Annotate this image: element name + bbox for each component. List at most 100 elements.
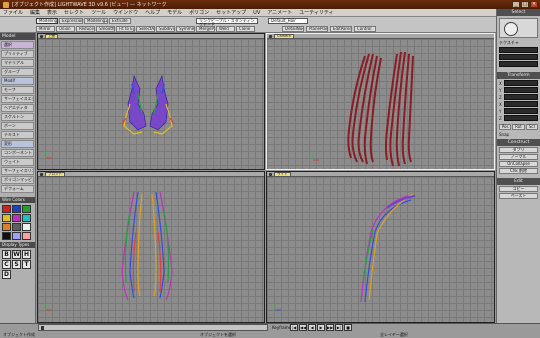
tool-button-3[interactable]: Smooth — [96, 26, 115, 32]
left-tool-button-9[interactable]: ボーン — [1, 122, 34, 130]
maximize-button[interactable]: □ — [521, 1, 529, 8]
playback-button-4[interactable]: ▶▶ — [326, 324, 334, 331]
left-tool-button-13[interactable]: ウェイト — [1, 158, 34, 166]
construct-button-2[interactable]: OnCollapse — [499, 161, 538, 167]
wire-color-swatch-6[interactable] — [2, 223, 11, 231]
tool-button-5[interactable]: SelectAll — [136, 26, 155, 32]
playback-button-1[interactable]: ◀◀ — [299, 324, 307, 331]
menu-item-1[interactable]: 編集 — [30, 9, 40, 16]
left-tool-button-14[interactable]: サーフェイスリンク — [1, 167, 34, 175]
transform-value-field[interactable] — [504, 94, 538, 100]
left-tool-button-6[interactable]: サーフェイスエディタ — [1, 95, 34, 103]
playback-button-6[interactable]: ■ — [344, 324, 352, 331]
display-type-button-1[interactable]: W — [12, 250, 21, 259]
transform-value-field[interactable] — [504, 87, 538, 93]
menu-item-0[interactable]: ファイル — [3, 9, 23, 16]
position-mode-button[interactable]: Pos — [499, 124, 512, 130]
menu-item-4[interactable]: ツール — [91, 9, 106, 16]
menu-item-6[interactable]: ヘルプ — [145, 9, 160, 16]
menu-item-8[interactable]: ポリゴン — [189, 9, 209, 16]
rotation-mode-button[interactable]: Rot — [512, 124, 525, 130]
tab-modeling[interactable]: Modeling — [36, 18, 58, 24]
tool-button-1[interactable]: Union — [56, 26, 75, 32]
playback-button-2[interactable]: ◀ — [308, 324, 316, 331]
left-tool-button-7[interactable]: ヘアエディタ — [1, 104, 34, 112]
display-type-button-0[interactable]: B — [2, 250, 11, 259]
construct-button-0[interactable]: ダブリ — [499, 147, 538, 153]
attribute-field-1[interactable] — [499, 47, 538, 53]
attribute-field-2[interactable] — [499, 54, 538, 60]
layer-select[interactable]: リンクピープル・スタンディングモード — [196, 18, 258, 27]
tool-button-7[interactable]: SymmetryOn — [176, 26, 195, 32]
edit-button-0[interactable]: コピー — [499, 186, 538, 192]
scale-mode-button[interactable]: Scl — [525, 124, 538, 130]
tool-button-8[interactable]: MergePoints — [196, 26, 215, 32]
playback-button-5[interactable]: ▶| — [335, 324, 343, 331]
wire-color-swatch-8[interactable] — [22, 223, 31, 231]
display-type-button-6[interactable]: D — [2, 270, 11, 279]
menu-item-9[interactable]: セットアップ — [216, 9, 246, 16]
detailnode-button[interactable]: DetailNode — [282, 26, 304, 32]
wire-color-swatch-7[interactable] — [12, 223, 21, 231]
minimize-button[interactable]: _ — [512, 1, 520, 8]
wire-color-swatch-3[interactable] — [2, 214, 11, 222]
timeline-slider[interactable] — [38, 324, 268, 331]
menu-item-3[interactable]: セレクト — [64, 9, 84, 16]
playback-button-3[interactable]: ▶ — [317, 324, 325, 331]
editparent-button[interactable]: EditParent — [330, 26, 352, 32]
viewport-camera[interactable]: Camera — [266, 33, 495, 170]
tool-button-2[interactable]: Reduce — [76, 26, 95, 32]
menu-item-11[interactable]: アニメート — [267, 9, 292, 16]
left-tool-button-2[interactable]: マテリアル — [1, 59, 34, 67]
tab-extrude[interactable]: Extrude — [109, 18, 131, 24]
wire-color-swatch-2[interactable] — [22, 205, 31, 213]
transform-value-field[interactable] — [504, 108, 538, 114]
attribute-field-3[interactable] — [499, 61, 538, 67]
left-tool-button-11[interactable]: 変形 — [1, 140, 34, 148]
wire-color-swatch-9[interactable] — [2, 232, 11, 240]
construct-button-3[interactable]: Chk 削除 — [499, 168, 538, 174]
wire-color-swatch-1[interactable] — [12, 205, 21, 213]
wire-color-swatch-11[interactable] — [22, 232, 31, 240]
menu-item-10[interactable]: UV — [253, 10, 260, 16]
planeplane-button[interactable]: PlanePlane — [306, 26, 328, 32]
wire-color-swatch-10[interactable] — [12, 232, 21, 240]
left-tool-button-5[interactable]: モーフ — [1, 86, 34, 94]
menu-item-5[interactable]: ウインドウ — [113, 9, 138, 16]
wire-color-swatch-0[interactable] — [2, 205, 11, 213]
menu-item-7[interactable]: モデル — [167, 9, 182, 16]
left-tool-button-1[interactable]: プリミティブ — [1, 50, 34, 58]
transform-value-field[interactable] — [504, 80, 538, 86]
viewport-top[interactable]: 上面 — [37, 33, 265, 170]
playback-button-0[interactable]: |◀ — [290, 324, 298, 331]
edit-button-1[interactable]: ペースト — [499, 193, 538, 199]
display-type-button-5[interactable]: T — [22, 260, 31, 269]
tab-modeling2[interactable]: Modeling2 — [84, 18, 108, 24]
display-type-button-3[interactable]: C — [2, 260, 11, 269]
tool-button-4[interactable]: Fit to Eye — [116, 26, 135, 32]
tool-button-0[interactable]: Mirror — [36, 26, 55, 32]
tool-button-9[interactable]: Weld — [216, 26, 235, 32]
tab-expressions[interactable]: Expressions — [59, 18, 83, 24]
left-tool-button-16[interactable]: デフォーム — [1, 185, 34, 193]
transform-value-field[interactable] — [504, 115, 538, 121]
viewport-right[interactable]: ライト — [266, 171, 495, 323]
left-tool-button-3[interactable]: グループ — [1, 68, 34, 76]
tool-button-6[interactable]: Subdivide — [156, 26, 175, 32]
left-tool-button-10[interactable]: テキスト — [1, 131, 34, 139]
wire-color-swatch-5[interactable] — [22, 214, 31, 222]
menu-item-12[interactable]: ユーティリティ — [299, 9, 333, 16]
left-tool-button-4[interactable]: Modif — [1, 77, 34, 85]
close-button[interactable]: × — [530, 1, 538, 8]
left-tool-button-0[interactable]: 選択 — [1, 41, 34, 49]
control-button[interactable]: Control — [354, 26, 376, 32]
wire-color-swatch-4[interactable] — [12, 214, 21, 222]
timeline-handle[interactable] — [41, 326, 44, 330]
object-select[interactable]: Default_Hair — [268, 18, 308, 24]
left-tool-button-12[interactable]: コンポーネント — [1, 149, 34, 157]
left-tool-button-15[interactable]: ポリゴンマッピング — [1, 176, 34, 184]
menu-item-2[interactable]: 表示 — [47, 9, 57, 16]
transform-value-field[interactable] — [504, 101, 538, 107]
tool-button-10[interactable]: Clone — [236, 26, 255, 32]
display-type-button-2[interactable]: H — [22, 250, 31, 259]
